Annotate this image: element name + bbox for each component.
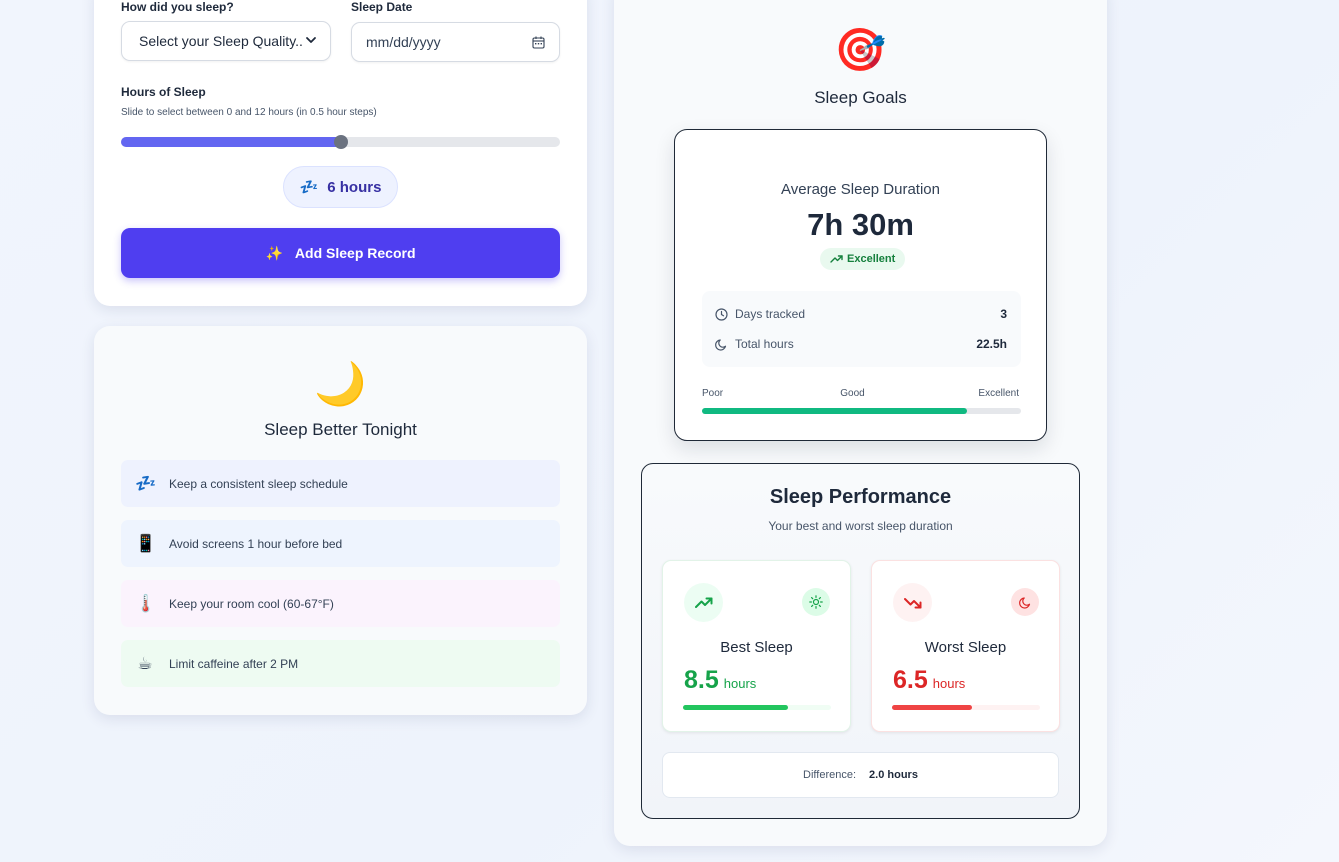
calendar-icon[interactable] xyxy=(532,36,545,49)
total-hours-label: Total hours xyxy=(735,337,794,351)
quality-label: How did you sleep? xyxy=(121,0,234,14)
performance-subtitle: Your best and worst sleep duration xyxy=(768,519,953,533)
sparkles-icon: ✨ xyxy=(265,244,283,261)
trending-up-icon xyxy=(830,255,843,263)
sleep-date-input[interactable]: mm/dd/yyyy xyxy=(351,22,560,62)
slider-fill xyxy=(121,137,341,147)
scale-excellent: Excellent xyxy=(978,388,1019,399)
worst-sleep-number: 6.5 xyxy=(893,666,928,694)
trend-down-badge xyxy=(893,583,932,622)
tip-text: Limit caffeine after 2 PM xyxy=(169,656,299,671)
moon-icon xyxy=(715,338,727,351)
tip-item: 🌡️ Keep your room cool (60-67°F) xyxy=(121,580,560,627)
best-sleep-number: 8.5 xyxy=(684,666,719,694)
thermometer-icon: 🌡️ xyxy=(135,593,157,613)
coffee-icon: ☕ xyxy=(137,653,153,673)
sun-badge xyxy=(802,588,830,616)
sleep-form-card: How did you sleep? Sleep Date Select you… xyxy=(94,0,587,306)
trending-up-icon xyxy=(694,597,712,608)
days-tracked-row: Days tracked 3 xyxy=(715,307,1007,321)
best-sleep-value: 8.5 hours xyxy=(684,666,756,695)
chevron-down-icon xyxy=(306,37,316,43)
rating-badge: Excellent xyxy=(820,248,906,270)
sleep-tips-card: 🌙 Sleep Better Tonight 💤 Keep a consiste… xyxy=(94,326,587,715)
tip-item: ☕ Limit caffeine after 2 PM xyxy=(121,640,560,687)
best-sleep-bar-fill xyxy=(683,705,788,710)
date-label: Sleep Date xyxy=(351,0,413,14)
worst-sleep-card: Worst Sleep 6.5 hours xyxy=(871,560,1060,732)
worst-sleep-value: 6.5 hours xyxy=(893,666,965,695)
sleep-quality-progress-fill xyxy=(702,408,967,414)
best-sleep-card: Best Sleep 8.5 hours xyxy=(662,560,851,732)
best-sleep-title: Best Sleep xyxy=(720,639,793,656)
moon-icon: 🌙 xyxy=(314,360,367,407)
target-icon: 🎯 xyxy=(834,26,887,73)
moon-icon xyxy=(1018,596,1030,609)
sun-icon xyxy=(809,595,823,609)
difference-value: 2.0 hours xyxy=(869,769,918,781)
moon-badge xyxy=(1011,588,1039,616)
performance-title: Sleep Performance xyxy=(769,486,952,508)
goals-title: Sleep Goals xyxy=(814,88,907,107)
slider-thumb[interactable] xyxy=(333,135,348,149)
worst-sleep-bar-fill xyxy=(892,705,972,710)
difference-box: Difference: 2.0 hours xyxy=(662,752,1059,798)
sleep-quality-select[interactable]: Select your Sleep Quality.. xyxy=(121,21,331,61)
add-sleep-record-button[interactable]: ✨ Add Sleep Record xyxy=(121,228,560,278)
hours-label: Hours of Sleep xyxy=(121,85,206,99)
phone-icon: 📱 xyxy=(135,533,157,553)
total-hours-value: 22.5h xyxy=(976,337,1007,351)
best-sleep-unit: hours xyxy=(723,676,757,691)
sleep-goals-card: 🎯 Sleep Goals Average Sleep Duration 7h … xyxy=(614,0,1107,846)
hours-display-value: 6 hours xyxy=(327,178,382,196)
clock-icon xyxy=(715,307,728,321)
tip-text: Keep a consistent sleep schedule xyxy=(169,476,348,491)
sleep-performance-card: Sleep Performance Your best and worst sl… xyxy=(641,463,1080,819)
hours-slider[interactable] xyxy=(121,135,560,149)
tip-text: Keep your room cool (60-67°F) xyxy=(169,596,334,611)
days-tracked-label: Days tracked xyxy=(735,307,806,321)
average-sleep-label: Average Sleep Duration xyxy=(781,181,940,198)
tip-item: 📱 Avoid screens 1 hour before bed xyxy=(121,520,560,567)
sleep-zzz-icon: 💤 xyxy=(135,473,157,493)
tip-item: 💤 Keep a consistent sleep schedule xyxy=(121,460,560,507)
difference-label: Difference: xyxy=(803,769,857,781)
rating-text: Excellent xyxy=(847,253,896,265)
days-tracked-value: 3 xyxy=(1000,307,1007,321)
tip-text: Avoid screens 1 hour before bed xyxy=(169,536,343,551)
sleep-quality-value: Select your Sleep Quality.. xyxy=(139,33,303,49)
average-sleep-value: 7h 30m xyxy=(807,207,914,242)
trending-down-icon xyxy=(903,597,921,608)
hours-display-pill: 💤 6 hours xyxy=(283,166,398,208)
sleep-zzz-icon: 💤 xyxy=(299,179,319,196)
total-hours-row: Total hours 22.5h xyxy=(715,337,1007,351)
stats-box: Days tracked 3 Total hours 22.5h xyxy=(702,291,1021,367)
worst-sleep-title: Worst Sleep xyxy=(924,639,1007,656)
trend-up-badge xyxy=(684,583,723,622)
best-sleep-bar xyxy=(683,705,831,710)
sleep-quality-progress xyxy=(702,408,1021,414)
sleep-date-placeholder: mm/dd/yyyy xyxy=(366,34,441,50)
add-sleep-record-label: Add Sleep Record xyxy=(294,245,416,261)
worst-sleep-bar xyxy=(892,705,1040,710)
worst-sleep-unit: hours xyxy=(932,676,966,691)
hours-hint: Slide to select between 0 and 12 hours (… xyxy=(121,107,377,118)
tips-title: Sleep Better Tonight xyxy=(264,420,417,439)
average-sleep-card: Average Sleep Duration 7h 30m Excellent … xyxy=(674,129,1047,441)
